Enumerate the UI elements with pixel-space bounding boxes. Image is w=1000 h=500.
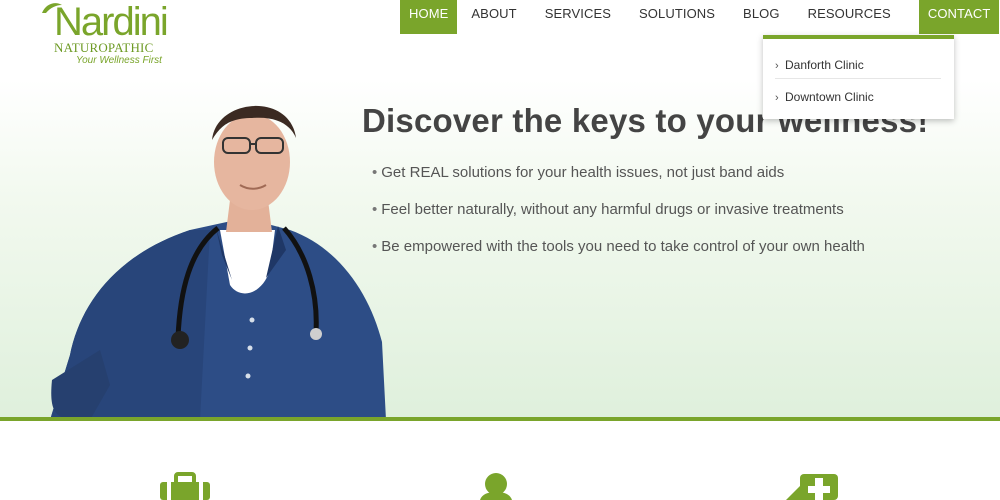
nav-contact[interactable]: CONTACT [918,0,1000,34]
logo-name: Nardini [54,0,169,44]
doctor-photo [50,105,386,420]
chevron-right-icon: › [775,92,779,104]
hero-bullet-text: Feel better naturally, without any harmf… [381,201,844,218]
nav-services[interactable]: SERVICES [531,0,625,34]
medical-cross-icon [786,474,838,500]
dropdown-item-danforth-clinic[interactable]: › Danforth Clinic [775,49,941,81]
hero-divider [0,417,1000,421]
person-icon [480,473,512,500]
nav-about[interactable]: ABOUT [457,0,530,34]
hero-bullet-text: Get REAL solutions for your health issue… [381,164,785,181]
nav-resources[interactable]: RESOURCES [794,0,905,34]
logo[interactable]: Nardini NATUROPATHIC Your Wellness First [38,0,178,70]
dropdown-item-label: Downtown Clinic [785,90,874,104]
dropdown-item-label: Danforth Clinic [785,58,864,72]
nav-solutions[interactable]: SOLUTIONS [625,0,729,34]
contact-dropdown-menu: › Danforth Clinic › Downtown Clinic [763,35,954,119]
logo-subtitle: NATUROPATHIC [54,40,154,55]
medical-kit-icon [160,472,210,500]
logo-tagline: Your Wellness First [76,55,162,66]
hero-bullet-text: Be empowered with the tools you need to … [381,238,865,255]
dropdown-item-downtown-clinic[interactable]: › Downtown Clinic [775,81,941,113]
hero-bullet: • Be empowered with the tools you need to… [372,238,865,255]
nav-blog[interactable]: BLOG [729,0,794,34]
dropdown-divider [775,78,941,79]
hero-bullet: • Get REAL solutions for your health issu… [372,164,785,181]
main-nav: HOME ABOUT SERVICES SOLUTIONS BLOG RESOU… [400,0,1000,34]
hero-bullet: • Feel better naturally, without any harm… [372,201,844,218]
nav-home[interactable]: HOME [400,0,458,34]
